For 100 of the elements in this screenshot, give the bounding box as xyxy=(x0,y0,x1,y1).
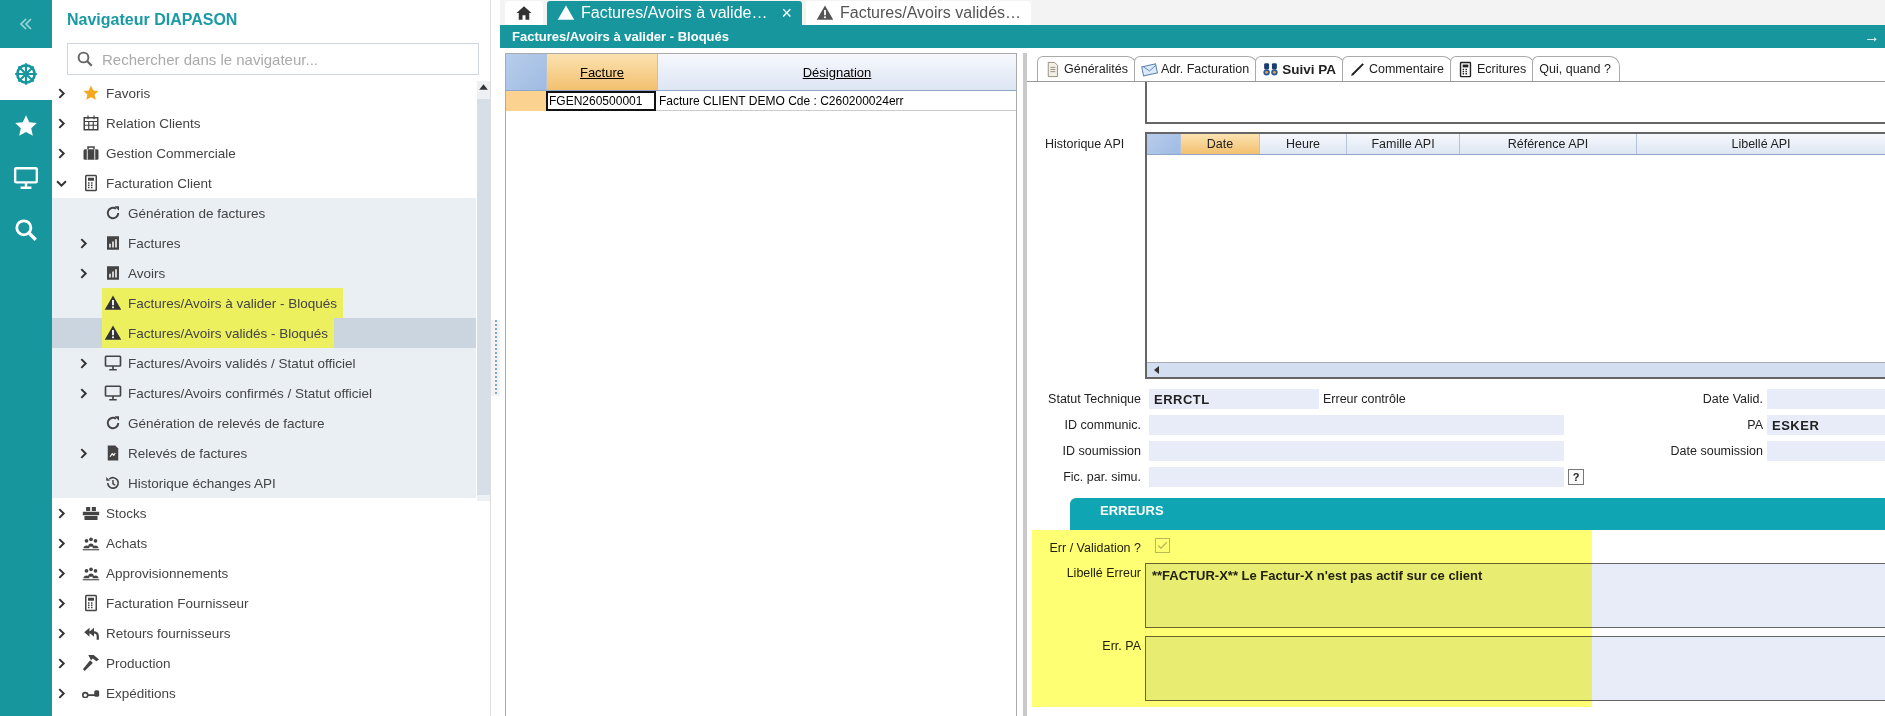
column-header[interactable]: Désignation xyxy=(657,54,1016,90)
tree-row[interactable]: Factures xyxy=(52,228,476,258)
arrow-button[interactable]: → xyxy=(1864,27,1880,46)
tree-row[interactable]: Relation Clients xyxy=(52,108,476,138)
help-button[interactable]: ? xyxy=(1568,469,1584,485)
tree-item[interactable]: Relation Clients xyxy=(82,108,207,138)
tree-item[interactable]: Production xyxy=(82,648,177,678)
tree-item[interactable]: Génération de relevés de facture xyxy=(104,408,331,438)
tree-item[interactable]: Relevés de factures xyxy=(104,438,254,468)
chevron-icon[interactable] xyxy=(56,657,67,669)
star-icon xyxy=(13,113,39,139)
tab[interactable]: Factures/Avoirs à valide… × xyxy=(547,1,802,25)
field-label: Err. PA xyxy=(1101,638,1142,655)
chevron-icon[interactable] xyxy=(56,147,67,159)
tree-item[interactable]: Approvisionnements xyxy=(82,558,235,588)
tree-item[interactable]: Retours fournisseurs xyxy=(82,618,237,648)
tab[interactable]: Factures/Avoirs validés… xyxy=(805,1,1032,25)
scrollbar[interactable] xyxy=(1147,362,1885,377)
tree-item[interactable]: Gestion Commerciale xyxy=(82,138,242,168)
column-header[interactable]: Famille API xyxy=(1346,134,1459,154)
tree-row[interactable]: Achats xyxy=(52,528,476,558)
chevron-icon[interactable] xyxy=(78,237,89,249)
column-header[interactable]: Heure xyxy=(1259,134,1346,154)
tree-row[interactable]: Gestion Commerciale xyxy=(52,138,476,168)
chevron-icon[interactable] xyxy=(56,567,67,579)
home-tab[interactable] xyxy=(505,1,543,25)
section-header: ERREURS xyxy=(1070,498,1885,530)
calculator-icon xyxy=(82,174,100,192)
tree-row[interactable]: Génération de factures xyxy=(52,198,476,228)
tree-item[interactable]: Factures/Avoirs validés - Bloqués xyxy=(102,318,335,348)
chevron-icon[interactable] xyxy=(78,387,89,399)
tree-row[interactable]: Factures/Avoirs confirmés / Statut officiel xyxy=(52,378,476,408)
tree-item[interactable]: Facturation Fournisseur xyxy=(82,588,255,618)
calendar-icon xyxy=(82,114,100,132)
select-all-cell[interactable] xyxy=(506,54,546,90)
tree-row[interactable]: Expéditions xyxy=(52,678,476,708)
input-field[interactable]: ESKER xyxy=(1767,415,1885,435)
text-area[interactable]: **FACTUR-X** Le Factur-X n'est pas actif sur ce client xyxy=(1145,563,1885,628)
tree-item[interactable]: Factures/Avoirs validés / Statut officiel xyxy=(104,348,362,378)
chevron-icon[interactable] xyxy=(56,117,67,129)
column-header[interactable]: Libellé API xyxy=(1636,134,1885,154)
text-area[interactable] xyxy=(1145,82,1885,124)
calculator-icon xyxy=(82,594,100,612)
search-field[interactable]: Rechercher dans le navigateur... xyxy=(67,43,479,75)
tree-row[interactable]: Factures/Avoirs à valider - Bloqués xyxy=(52,288,476,318)
tree-item[interactable]: Factures/Avoirs à valider - Bloqués xyxy=(102,288,344,318)
column-header[interactable]: Référence API xyxy=(1459,134,1636,154)
tree-item[interactable]: Favoris xyxy=(82,78,157,108)
tree-item[interactable]: Achats xyxy=(82,528,154,558)
rail-button[interactable] xyxy=(0,48,52,100)
tree-item[interactable]: Facturation Client xyxy=(82,168,218,198)
select-all-cell[interactable] xyxy=(1147,134,1180,154)
tree-row[interactable]: Stocks xyxy=(52,498,476,528)
tab[interactable]: Qui, quand ? xyxy=(1532,56,1620,81)
tree-row[interactable]: Génération de relevés de facture xyxy=(52,408,476,438)
tree-row[interactable]: Avoirs xyxy=(52,258,476,288)
tree-row[interactable]: Relevés de factures xyxy=(52,438,476,468)
text-area[interactable] xyxy=(1145,636,1885,701)
tab[interactable]: Commentaire xyxy=(1341,56,1453,81)
table-cell: FGEN260500001 xyxy=(546,91,656,111)
column-header[interactable]: Facture xyxy=(546,54,657,90)
tree-item[interactable]: Avoirs xyxy=(104,258,172,288)
tree-item[interactable]: Génération de factures xyxy=(104,198,272,228)
tree-row[interactable]: Retours fournisseurs xyxy=(52,618,476,648)
chevron-icon[interactable] xyxy=(56,87,67,99)
chevron-icon[interactable] xyxy=(56,507,67,519)
tree-row[interactable]: Factures/Avoirs validés - Bloqués xyxy=(52,318,476,348)
close-button[interactable]: × xyxy=(781,2,792,24)
monitor-icon xyxy=(104,354,122,372)
field-label: Libellé Erreur xyxy=(1065,565,1142,582)
tree-row[interactable]: Facturation Client xyxy=(52,168,476,198)
tab[interactable]: Généralités xyxy=(1037,56,1137,81)
tree-row[interactable]: Approvisionnements xyxy=(52,558,476,588)
tree-row[interactable]: Production xyxy=(52,648,476,678)
splitter-handle[interactable] xyxy=(490,0,500,716)
tree-item[interactable]: Factures/Avoirs confirmés / Statut officiel xyxy=(104,378,379,408)
chevron-icon[interactable] xyxy=(78,267,89,279)
tree-row[interactable]: Favoris xyxy=(52,78,476,108)
tree-item[interactable]: Factures xyxy=(104,228,187,258)
chevron-icon[interactable] xyxy=(78,357,89,369)
star-icon xyxy=(82,84,100,102)
chevron-icon[interactable] xyxy=(56,627,67,639)
monitor-icon xyxy=(13,165,39,191)
tree-item[interactable]: Stocks xyxy=(82,498,153,528)
checkmark-icon xyxy=(1156,539,1169,552)
chevron-icon[interactable] xyxy=(56,687,67,699)
chevron-icon[interactable] xyxy=(56,597,67,609)
input-field[interactable]: ERRCTL xyxy=(1149,389,1319,409)
tree-row[interactable]: Facturation Fournisseur xyxy=(52,588,476,618)
panel-title: Navigateur DIAPASON xyxy=(66,10,239,30)
chevron-icon[interactable] xyxy=(56,537,67,549)
tree-item[interactable]: Expéditions xyxy=(82,678,182,708)
binoculars-icon xyxy=(1262,60,1280,78)
tree-item[interactable]: Historique échanges API xyxy=(104,468,282,498)
column-header[interactable]: Date xyxy=(1180,134,1259,154)
tab[interactable]: Suivi PA xyxy=(1255,56,1345,81)
tree-row[interactable]: Factures/Avoirs validés / Statut officiel xyxy=(52,348,476,378)
tree-row[interactable]: Historique échanges API xyxy=(52,468,476,498)
chevron-icon[interactable] xyxy=(78,447,89,459)
field-label: Historique API xyxy=(1044,136,1126,153)
